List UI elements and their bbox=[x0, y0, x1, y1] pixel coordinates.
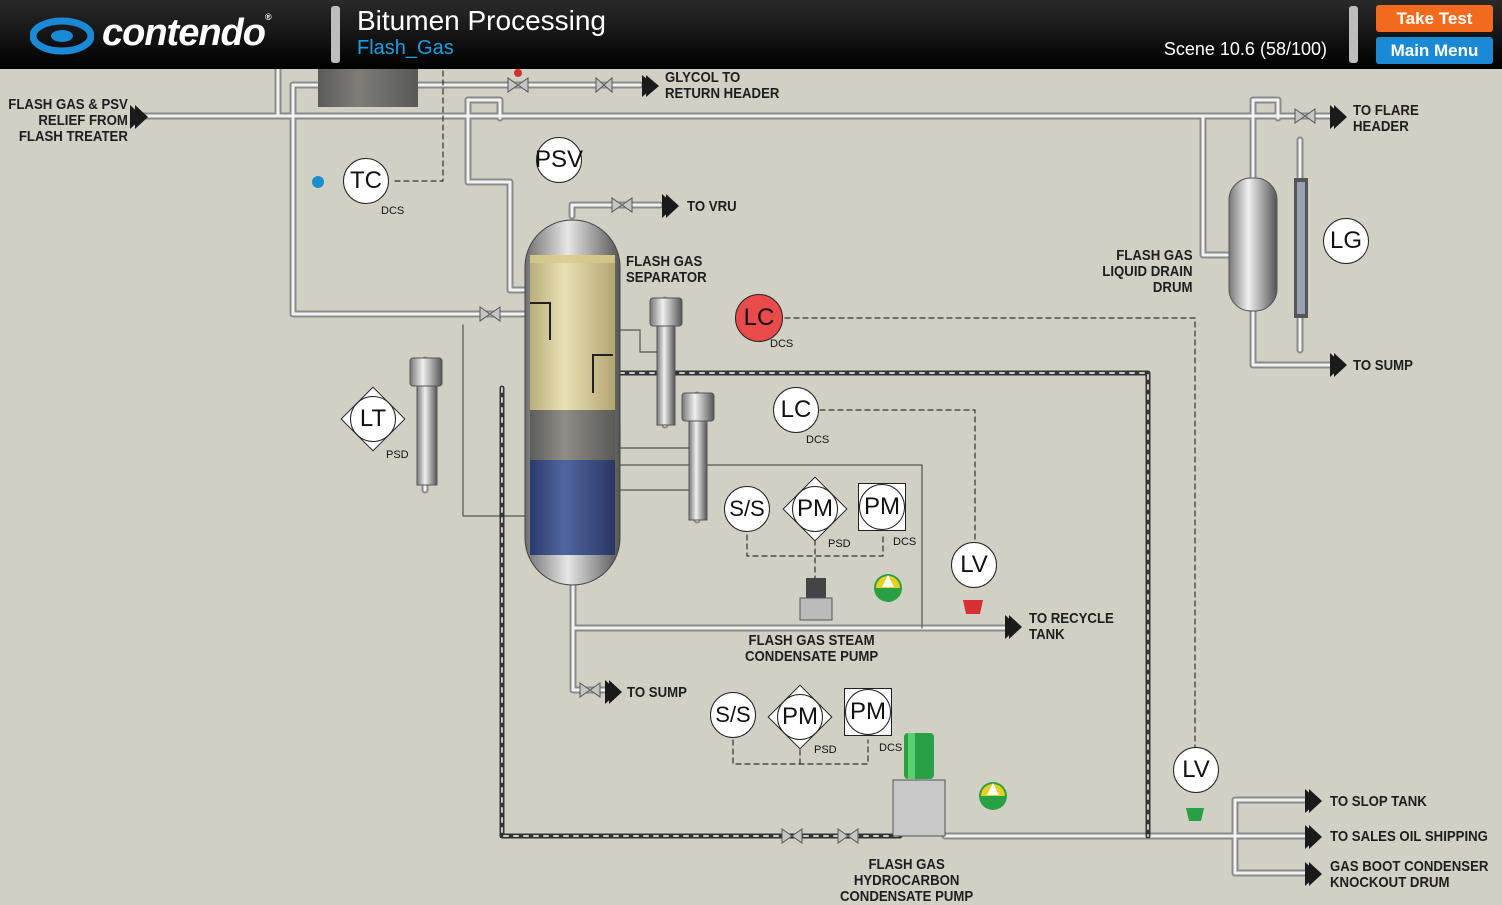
separator-label: FLASH GAS SEPARATOR bbox=[626, 253, 707, 286]
lv-valve-red bbox=[963, 600, 983, 614]
pm-instrument-hc-psd[interactable]: PM bbox=[777, 694, 823, 740]
lc-alarm-instrument[interactable]: LC bbox=[735, 294, 783, 342]
hydrocarbon-condensate-pump bbox=[892, 733, 1007, 837]
lv-valve-green bbox=[1186, 808, 1204, 821]
scene-progress: Scene 10.6 (58/100) bbox=[1163, 39, 1327, 59]
header-divider-right bbox=[1349, 6, 1358, 63]
liquid-drain-drum bbox=[1228, 177, 1308, 318]
take-test-button[interactable]: Take Test bbox=[1376, 5, 1493, 32]
pm-dcs-tag: DCS bbox=[893, 536, 917, 548]
sales-label: TO SALES OIL SHIPPING bbox=[1330, 828, 1488, 845]
pm-instrument-steam-psd[interactable]: PM bbox=[792, 486, 838, 532]
lv-instrument-outlet[interactable]: LV bbox=[1173, 747, 1219, 793]
scene-name: Flash_Gas bbox=[357, 37, 454, 59]
lv-instrument-recycle[interactable]: LV bbox=[951, 542, 997, 588]
header-divider bbox=[331, 6, 340, 63]
gasboot-label: GAS BOOT CONDENSER KNOCKOUT DRUM bbox=[1330, 858, 1489, 891]
tc-instrument[interactable]: TC bbox=[343, 158, 389, 204]
pm-hc-dcs-tag: DCS bbox=[879, 742, 903, 754]
psv-instrument[interactable]: PSV bbox=[535, 137, 583, 183]
contendo-logo: contendo® bbox=[30, 10, 330, 60]
pm-instrument-steam-dcs[interactable]: PM bbox=[859, 484, 905, 530]
inlet-label: FLASH GAS & PSV RELIEF FROM FLASH TREATE… bbox=[8, 96, 128, 145]
pm-hc-psd-tag: PSD bbox=[814, 744, 837, 756]
main-menu-button[interactable]: Main Menu bbox=[1376, 37, 1493, 64]
glycol-label: GLYCOL TO RETURN HEADER bbox=[665, 69, 780, 102]
pm-instrument-hc-dcs[interactable]: PM bbox=[845, 689, 891, 735]
registered-mark: ® bbox=[264, 12, 272, 22]
logo-wordmark: contendo bbox=[102, 12, 266, 54]
page-title: Bitumen Processing bbox=[357, 5, 607, 36]
ss-instrument-hc[interactable]: S/S bbox=[710, 692, 756, 738]
lt-tag: PSD bbox=[386, 449, 409, 461]
steam-pump-label: FLASH GAS STEAM CONDENSATE PUMP bbox=[745, 632, 879, 665]
lg-instrument[interactable]: LG bbox=[1323, 218, 1369, 264]
flash-gas-separator bbox=[524, 219, 621, 586]
lc-alarm-tag: DCS bbox=[770, 338, 794, 350]
lc-instrument[interactable]: LC bbox=[773, 387, 819, 433]
sump-top-label: TO SUMP bbox=[1353, 357, 1413, 374]
slop-label: TO SLOP TANK bbox=[1330, 793, 1427, 810]
pm-psd-tag: PSD bbox=[828, 538, 851, 550]
lc-tag: DCS bbox=[806, 434, 830, 446]
top-bar: contendo® Bitumen Processing Flash_Gas S… bbox=[0, 0, 1502, 69]
ss-instrument-steam[interactable]: S/S bbox=[724, 486, 770, 532]
lt-instrument[interactable]: LT bbox=[350, 396, 396, 442]
flare-label: TO FLARE HEADER bbox=[1353, 102, 1419, 135]
sump-bottom-label: TO SUMP bbox=[627, 684, 687, 701]
recycle-label: TO RECYCLE TANK bbox=[1029, 610, 1114, 643]
vru-label: TO VRU bbox=[687, 198, 737, 215]
drain-drum-label: FLASH GAS LIQUID DRAIN DRUM bbox=[1101, 247, 1192, 296]
tc-tag: DCS bbox=[381, 205, 405, 217]
process-diagram bbox=[130, 69, 1347, 886]
contendo-logo-icon bbox=[30, 17, 94, 55]
steam-condensate-pump bbox=[799, 574, 902, 621]
